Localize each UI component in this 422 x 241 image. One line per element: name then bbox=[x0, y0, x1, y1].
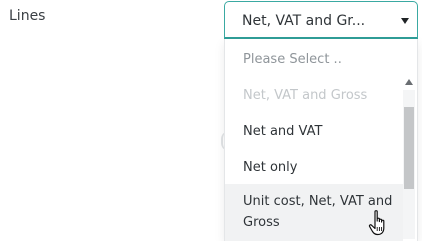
caret-down-icon bbox=[401, 18, 409, 24]
scroll-track[interactable] bbox=[403, 90, 415, 239]
option-net-vat-gross: Net, VAT and Gross bbox=[243, 88, 368, 103]
option-please-select[interactable]: Please Select .. bbox=[225, 49, 403, 71]
scroll-up-arrow-icon[interactable] bbox=[405, 79, 413, 85]
lines-field-label: Lines bbox=[9, 8, 46, 24]
option-net-and-vat[interactable]: Net and VAT bbox=[225, 121, 403, 143]
option-net-only[interactable]: Net only bbox=[225, 157, 403, 179]
lines-select[interactable]: Net, VAT and Gr... bbox=[224, 1, 418, 39]
scroll-thumb[interactable] bbox=[404, 107, 414, 189]
dropdown-scrollbar[interactable] bbox=[403, 79, 415, 239]
select-value: Net, VAT and Gr... bbox=[242, 13, 366, 29]
hand-pointer-icon bbox=[368, 210, 385, 236]
